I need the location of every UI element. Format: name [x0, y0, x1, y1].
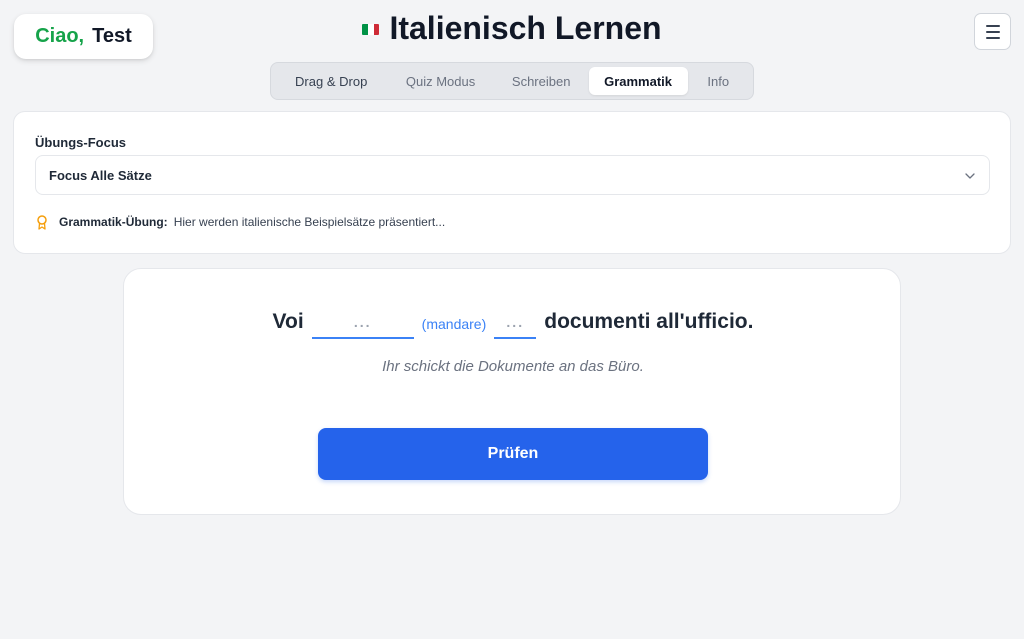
translation-text: Ihr schickt die Dokumente an das Büro.: [382, 358, 644, 375]
mode-tabs: Drag & Drop Quiz Modus Schreiben Grammat…: [270, 62, 754, 100]
focus-panel: Übungs-Focus Focus Alle Sätze Grammatik-…: [13, 111, 1011, 254]
answer-input-1[interactable]: ...: [311, 307, 414, 339]
hint-title: Grammatik-Übung:: [59, 215, 168, 229]
sentence-start: Voi: [272, 310, 304, 333]
hint-text: Hier werden italienische Beispielsätze p…: [173, 215, 446, 229]
chevron-down-icon: [965, 173, 975, 179]
verb-hint: (mandare): [421, 316, 487, 332]
hamburger-menu-button[interactable]: [974, 13, 1011, 50]
page-header: Italienisch Lernen: [0, 10, 1024, 47]
tab-info[interactable]: Info: [688, 67, 749, 95]
tab-drag-drop[interactable]: Drag & Drop: [275, 67, 387, 95]
exercise-card: Voi ... (mandare) ... documenti all'uffi…: [123, 268, 901, 515]
hamburger-menu-icon: [985, 24, 1000, 27]
tab-grammatik[interactable]: Grammatik: [588, 67, 688, 95]
medal-icon: [37, 215, 47, 230]
answer-input-2[interactable]: ...: [494, 307, 537, 339]
exercise-hint: Grammatik-Übung: Hier werden italienisch…: [35, 214, 445, 230]
focus-label: Übungs-Focus: [35, 135, 126, 150]
focus-select-value: Focus Alle Sätze: [49, 167, 152, 183]
exercise-sentence: Voi ... (mandare) ... documenti all'uffi…: [124, 307, 902, 339]
page-title: Italienisch Lernen: [389, 10, 662, 46]
tab-schreiben[interactable]: Schreiben: [494, 67, 589, 95]
tab-quiz-modus[interactable]: Quiz Modus: [387, 67, 493, 95]
check-button[interactable]: Prüfen: [318, 428, 708, 480]
italian-flag-icon: [362, 24, 380, 35]
focus-select[interactable]: Focus Alle Sätze: [35, 155, 990, 195]
sentence-end: documenti all'ufficio.: [544, 310, 754, 333]
